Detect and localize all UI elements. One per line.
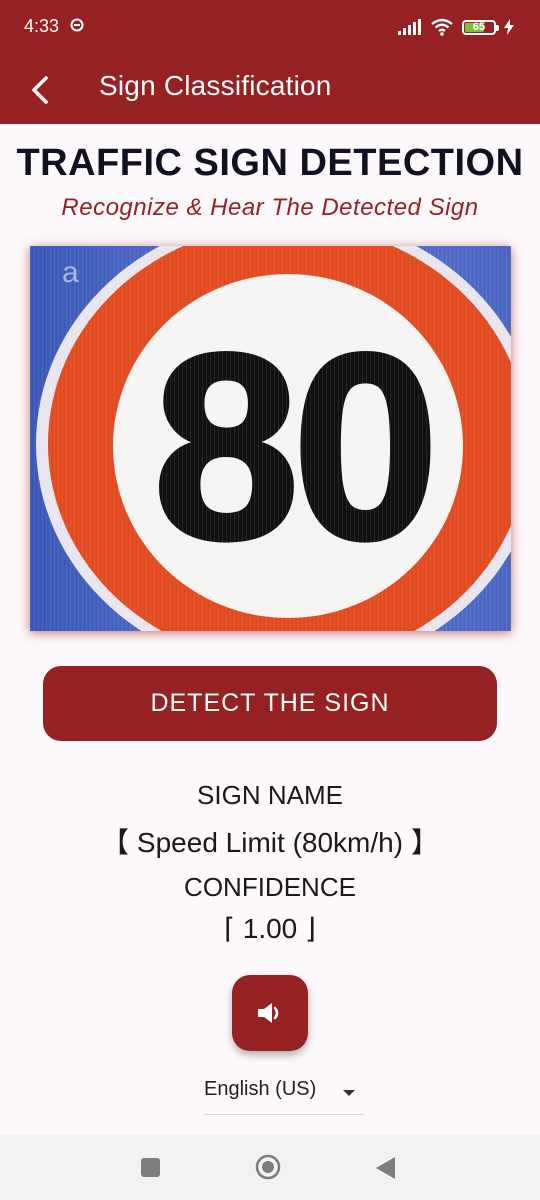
status-bar: 4:33 65 xyxy=(0,0,540,56)
dropdown-arrow-icon xyxy=(343,1090,355,1096)
page-title: TRAFFIC SIGN DETECTION xyxy=(16,142,524,184)
system-nav-bar xyxy=(0,1135,540,1200)
status-icons: 65 xyxy=(398,16,514,38)
speak-button[interactable] xyxy=(232,975,308,1051)
home-icon[interactable] xyxy=(255,1154,281,1180)
detect-sign-button[interactable]: DETECT THE SIGN xyxy=(43,666,497,741)
speaker-icon xyxy=(258,1003,279,1023)
battery-nub xyxy=(496,24,499,31)
battery-icon: 65 xyxy=(462,19,499,35)
page-subtitle: Recognize & Hear The Detected Sign xyxy=(61,194,479,221)
sign-name-value: 【 Speed Limit (80km/h) 】 xyxy=(101,827,439,858)
signal-icon xyxy=(398,19,421,35)
confidence-value: ⌈ 1.00 ⌋ xyxy=(224,913,316,944)
clock-icon xyxy=(70,18,84,32)
battery-level: 65 xyxy=(472,21,486,33)
confidence-label: CONFIDENCE xyxy=(184,872,356,902)
language-dropdown[interactable]: English (US) xyxy=(204,1076,364,1115)
app-bar: Sign Classification xyxy=(0,56,540,124)
language-selected: English (US) xyxy=(204,1078,317,1100)
wifi-icon xyxy=(431,18,453,36)
app-bar-title: Sign Classification xyxy=(99,70,332,101)
status-time: 4:33 xyxy=(24,16,60,36)
sign-name-label: SIGN NAME xyxy=(197,780,343,810)
back-icon[interactable] xyxy=(374,1156,396,1180)
back-arrow-icon[interactable] xyxy=(24,70,64,110)
charging-icon xyxy=(504,19,514,35)
recents-icon[interactable] xyxy=(141,1158,160,1177)
traffic-sign-image: 80 a xyxy=(30,246,511,631)
